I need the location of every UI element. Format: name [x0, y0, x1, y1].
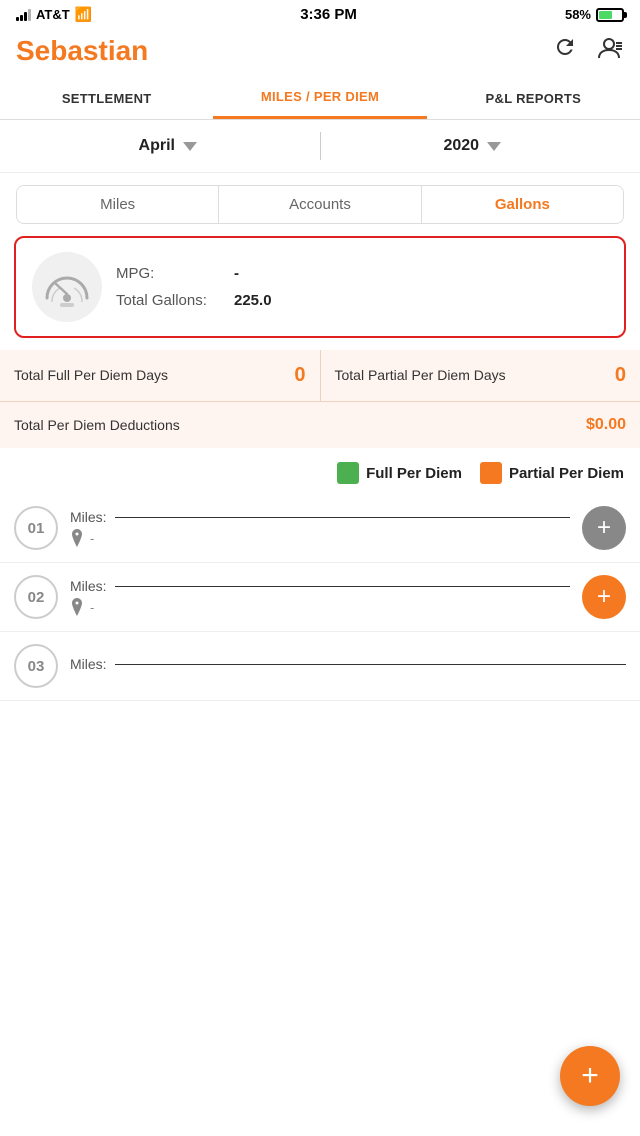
mpg-row: MPG: - — [116, 265, 608, 282]
nav-tabs: SETTLEMENT MILES / PER DIEM P&L REPORTS — [0, 77, 640, 120]
day-miles-row-01: Miles: — [70, 509, 570, 525]
fab-icon: + — [581, 1059, 599, 1093]
year-selector[interactable]: 2020 — [321, 137, 625, 155]
day-miles-row-02: Miles: — [70, 578, 570, 594]
date-selectors: April 2020 — [0, 120, 640, 173]
location-pin-icon-02 — [70, 598, 84, 616]
full-per-diem-color — [337, 462, 359, 484]
gauge-details: MPG: - Total Gallons: 225.0 — [116, 265, 608, 309]
tab-settlement[interactable]: SETTLEMENT — [0, 77, 213, 119]
day-miles-line-03 — [115, 664, 626, 665]
sub-tab-gallons[interactable]: Gallons — [422, 186, 623, 223]
day-location-row-01: - — [70, 529, 570, 547]
refresh-button[interactable] — [552, 35, 578, 67]
status-right: 58% — [565, 7, 624, 22]
per-diem-deductions-row: Total Per Diem Deductions $0.00 — [0, 402, 640, 448]
total-gallons-label: Total Gallons: — [116, 292, 226, 309]
day-miles-label-02: Miles: — [70, 578, 107, 594]
day-location-01: - — [90, 531, 94, 546]
battery-percent: 58% — [565, 7, 591, 22]
day-circle-02: 02 — [14, 575, 58, 619]
day-miles-line-02 — [115, 586, 570, 587]
total-gallons-value: 225.0 — [234, 292, 272, 309]
add-btn-02[interactable]: + — [582, 575, 626, 619]
partial-per-diem-label: Partial Per Diem — [509, 465, 624, 482]
per-diem-days-row: Total Full Per Diem Days 0 Total Partial… — [0, 350, 640, 402]
day-number-02: 02 — [28, 589, 45, 606]
deductions-value: $0.00 — [586, 416, 626, 434]
sub-tab-miles[interactable]: Miles — [17, 186, 219, 223]
gauge-icon-circle — [32, 252, 102, 322]
deductions-label: Total Per Diem Deductions — [14, 417, 576, 433]
day-details-02: Miles: - — [70, 578, 570, 616]
tab-miles-per-diem[interactable]: MILES / PER DIEM — [213, 77, 426, 119]
legend-full-per-diem: Full Per Diem — [337, 462, 462, 484]
mpg-value: - — [234, 265, 239, 282]
day-number-03: 03 — [28, 658, 45, 675]
location-pin-icon-01 — [70, 529, 84, 547]
add-btn-01[interactable]: + — [582, 506, 626, 550]
battery-icon — [596, 8, 624, 22]
day-location-row-02: - — [70, 598, 570, 616]
partial-days-label: Total Partial Per Diem Days — [335, 366, 605, 384]
status-left: AT&T 📶 — [16, 6, 92, 23]
day-miles-label-03: Miles: — [70, 656, 107, 672]
carrier-label: AT&T — [36, 7, 70, 22]
signal-bars — [16, 9, 31, 21]
fab-button[interactable]: + — [560, 1046, 620, 1106]
day-details-01: Miles: - — [70, 509, 570, 547]
partial-days-value: 0 — [615, 364, 626, 387]
year-dropdown-arrow — [487, 142, 501, 151]
partial-per-diem-color — [480, 462, 502, 484]
day-miles-line-01 — [115, 517, 570, 518]
day-miles-label-01: Miles: — [70, 509, 107, 525]
day-circle-01: 01 — [14, 506, 58, 550]
app-header: Sebastian — [0, 27, 640, 77]
day-miles-row-03: Miles: — [70, 656, 626, 672]
app-title: Sebastian — [16, 35, 148, 67]
month-selector[interactable]: April — [16, 137, 320, 155]
legend: Full Per Diem Partial Per Diem — [0, 448, 640, 494]
day-location-02: - — [90, 600, 94, 615]
status-time: 3:36 PM — [300, 6, 357, 23]
year-label: 2020 — [443, 137, 479, 155]
profile-button[interactable] — [594, 35, 624, 67]
month-dropdown-arrow — [183, 142, 197, 151]
full-days-cell: Total Full Per Diem Days 0 — [0, 350, 321, 401]
gallons-card: MPG: - Total Gallons: 225.0 — [14, 236, 626, 338]
day-details-03: Miles: — [70, 656, 626, 676]
day-entry-01: 01 Miles: - + — [0, 494, 640, 563]
day-circle-03: 03 — [14, 644, 58, 688]
day-entry-02: 02 Miles: - + — [0, 563, 640, 632]
full-days-value: 0 — [294, 364, 305, 387]
legend-partial-per-diem: Partial Per Diem — [480, 462, 624, 484]
per-diem-section: Total Full Per Diem Days 0 Total Partial… — [0, 350, 640, 448]
month-label: April — [139, 137, 175, 155]
full-days-label: Total Full Per Diem Days — [14, 366, 284, 384]
day-entries: 01 Miles: - + 02 Miles: - — [0, 494, 640, 781]
header-icons — [552, 35, 624, 67]
mpg-label: MPG: — [116, 265, 226, 282]
sub-tabs: Miles Accounts Gallons — [16, 185, 624, 224]
status-bar: AT&T 📶 3:36 PM 58% — [0, 0, 640, 27]
full-per-diem-label: Full Per Diem — [366, 465, 462, 482]
total-gallons-row: Total Gallons: 225.0 — [116, 292, 608, 309]
tab-pl-reports[interactable]: P&L REPORTS — [427, 77, 640, 119]
day-number-01: 01 — [28, 520, 45, 537]
sub-tab-accounts[interactable]: Accounts — [219, 186, 421, 223]
wifi-icon: 📶 — [75, 6, 92, 23]
day-entry-03: 03 Miles: — [0, 632, 640, 701]
partial-days-cell: Total Partial Per Diem Days 0 — [321, 350, 640, 401]
